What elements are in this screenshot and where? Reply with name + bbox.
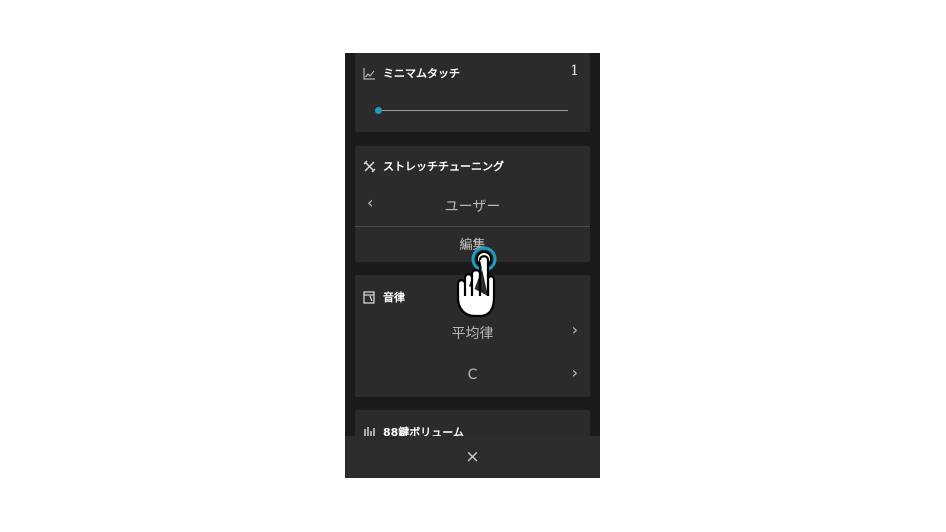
bottom-bar: ×: [345, 436, 600, 478]
minimum-touch-value: 1: [570, 63, 579, 79]
divider: [355, 226, 590, 227]
chevron-right-icon[interactable]: ›: [572, 320, 578, 339]
minimum-touch-header: ミニマムタッチ: [363, 65, 460, 81]
temperament-type-row[interactable]: 平均律: [355, 323, 590, 343]
chevron-right-icon[interactable]: ›: [572, 363, 578, 382]
temperament-header: 音律: [363, 289, 405, 305]
temperament-key-row[interactable]: C: [355, 367, 590, 383]
tools-icon: [363, 160, 376, 173]
stretch-tuning-value: ユーザー: [444, 199, 501, 215]
minimum-touch-card: ミニマムタッチ 1: [355, 53, 590, 132]
graph-icon: [363, 67, 376, 80]
stretch-tuning-header: ストレッチチューニング: [363, 158, 504, 174]
stretch-tuning-title: ストレッチチューニング: [383, 160, 504, 173]
close-button[interactable]: ×: [465, 448, 479, 466]
minimum-touch-title: ミニマムタッチ: [383, 67, 460, 80]
minimum-touch-slider-track[interactable]: [379, 110, 568, 111]
temperament-type-value: 平均律: [451, 326, 494, 342]
temperament-key-value: C: [467, 367, 478, 383]
temperament-icon: [363, 290, 376, 304]
stretch-tuning-selector[interactable]: ユーザー: [355, 196, 590, 216]
tap-hand-icon: [456, 246, 497, 318]
temperament-title: 音律: [383, 291, 405, 304]
minimum-touch-slider-thumb[interactable]: [375, 107, 382, 114]
